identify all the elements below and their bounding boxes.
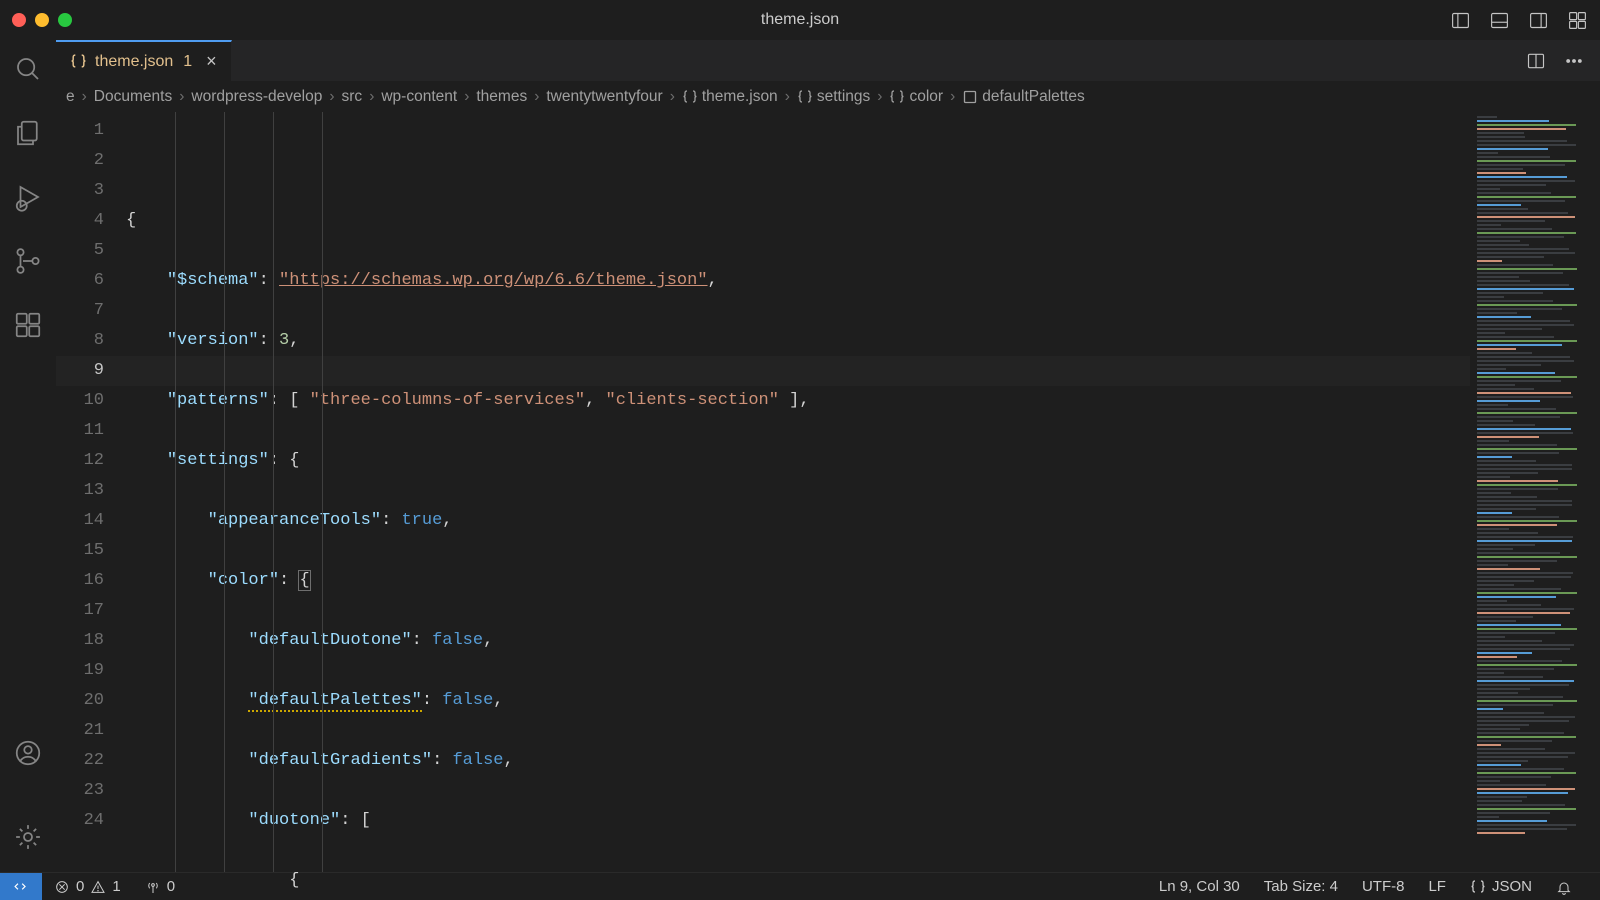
settings-gear-icon[interactable] [13, 822, 43, 852]
editor[interactable]: 123456789101112131415161718192021222324 … [56, 112, 1600, 872]
braces-icon [797, 89, 813, 105]
remote-indicator[interactable] [0, 873, 42, 900]
braces-icon [1470, 879, 1486, 895]
search-icon[interactable] [13, 54, 43, 84]
problems[interactable]: 0 1 [42, 878, 133, 895]
breadcrumbs[interactable]: e› Documents› wordpress-develop› src› wp… [56, 82, 1600, 112]
split-editor-icon[interactable] [1526, 51, 1546, 71]
tab-label: theme.json [95, 53, 173, 71]
bell-icon [1556, 879, 1572, 895]
crumb[interactable]: wp-content [381, 88, 457, 106]
crumb[interactable]: twentytwentyfour [546, 88, 662, 106]
crumb-prefix: e [66, 88, 75, 106]
crumb[interactable]: wordpress-develop [191, 88, 322, 106]
tab-theme-json[interactable]: theme.json 1 × [56, 40, 232, 81]
remote-icon [13, 878, 30, 895]
toggle-panel-icon[interactable] [1489, 10, 1510, 31]
toggle-primary-sidebar-icon[interactable] [1450, 10, 1471, 31]
activity-bar [0, 40, 56, 872]
array-icon [962, 89, 978, 105]
extensions-icon[interactable] [13, 310, 43, 340]
close-window[interactable] [12, 13, 26, 27]
more-actions-icon[interactable] [1564, 51, 1584, 71]
code-content[interactable]: { "$schema": "https://schemas.wp.org/wp/… [126, 112, 1470, 872]
accounts-icon[interactable] [13, 738, 43, 768]
window-controls [12, 13, 72, 27]
line-gutter: 123456789101112131415161718192021222324 [56, 112, 126, 872]
source-control-icon[interactable] [13, 246, 43, 276]
tab-dirty-marker: 1 [183, 53, 192, 71]
maximize-window[interactable] [58, 13, 72, 27]
titlebar: theme.json [0, 0, 1600, 40]
minimap[interactable] [1470, 112, 1600, 872]
customize-layout-icon[interactable] [1567, 10, 1588, 31]
tab-close-icon[interactable]: × [206, 51, 217, 72]
warning-icon [90, 879, 106, 895]
json-file-icon [70, 53, 87, 70]
minimize-window[interactable] [35, 13, 49, 27]
crumb-symbol[interactable]: settings [817, 88, 870, 106]
language-mode[interactable]: JSON [1458, 878, 1544, 895]
error-icon [54, 879, 70, 895]
layout-controls [1450, 10, 1588, 31]
toggle-secondary-sidebar-icon[interactable] [1528, 10, 1549, 31]
window-title: theme.json [761, 11, 839, 29]
crumb[interactable]: src [342, 88, 363, 106]
explorer-icon[interactable] [13, 118, 43, 148]
run-debug-icon[interactable] [13, 182, 43, 212]
crumb[interactable]: themes [476, 88, 527, 106]
crumb-symbol[interactable]: color [909, 88, 943, 106]
crumb[interactable]: Documents [94, 88, 172, 106]
braces-icon [889, 89, 905, 105]
tab-bar: theme.json 1 × [56, 40, 1600, 82]
json-file-icon [682, 89, 698, 105]
crumb-symbol[interactable]: defaultPalettes [982, 88, 1085, 106]
notifications[interactable] [1544, 879, 1584, 895]
crumb-file[interactable]: theme.json [702, 88, 778, 106]
